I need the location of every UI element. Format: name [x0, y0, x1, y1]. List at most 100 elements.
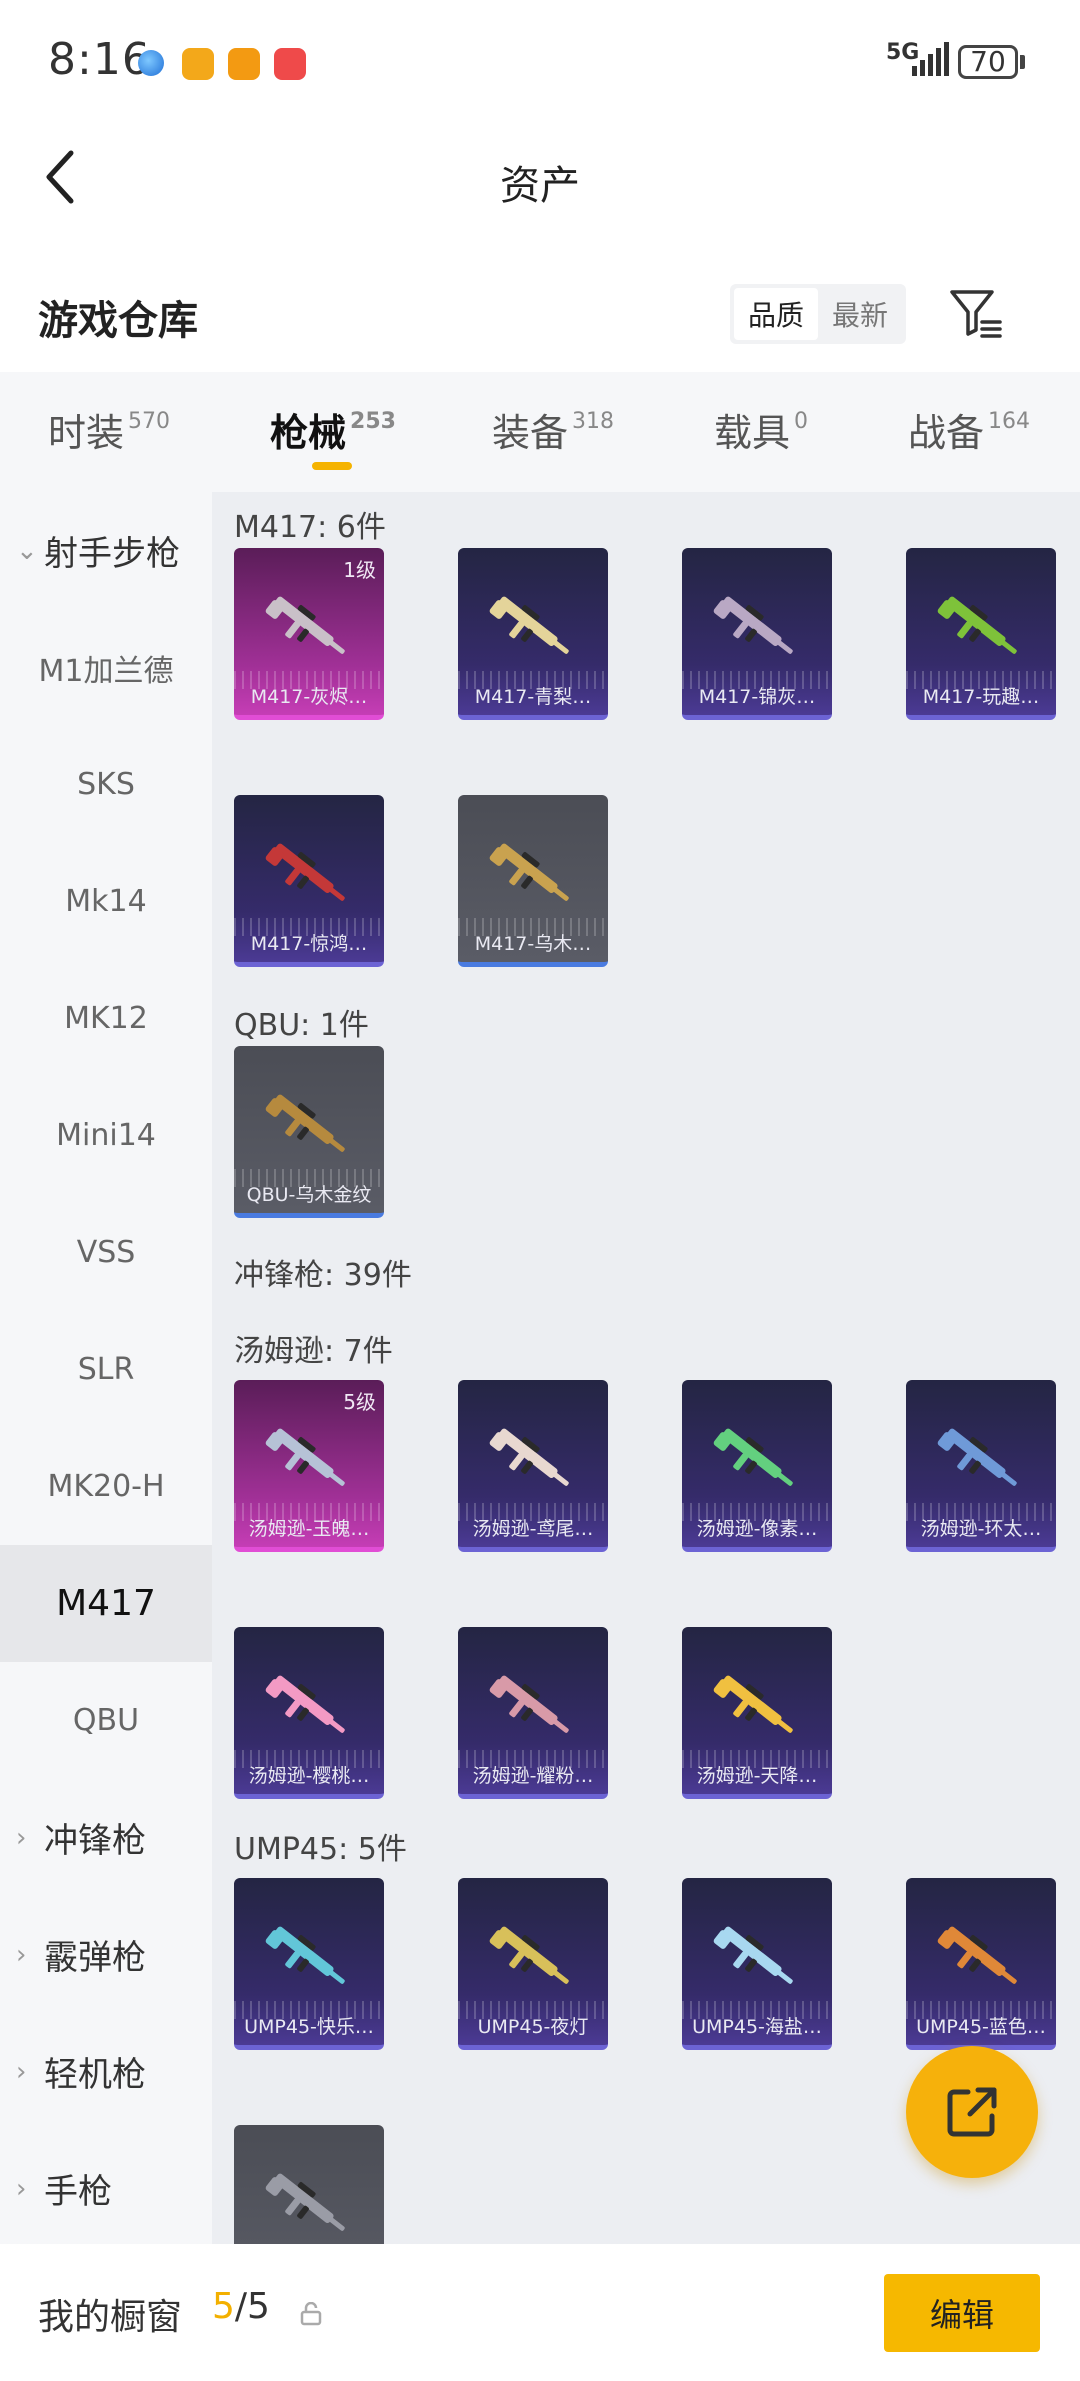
sidebar-item-m417[interactable]: M417 [0, 1545, 212, 1662]
card-name: 汤姆逊-耀粉… [472, 1765, 594, 1787]
weapon-card[interactable]: 汤姆逊-像素… [682, 1380, 832, 1552]
gun-icon [937, 1428, 1017, 1486]
section-label-smg: 冲锋枪: 39件 [234, 1258, 412, 1293]
card-name: UMP45-夜灯 [477, 2016, 589, 2038]
sidebar-item-label: M417 [56, 1583, 156, 1624]
tab-label: 装备 [492, 411, 569, 455]
card-name: 汤姆逊-鸢尾… [472, 1518, 594, 1540]
sidebar-group-smg[interactable]: › 冲锋枪 [0, 1779, 212, 1896]
weapon-card[interactable]: 汤姆逊-环太… [906, 1380, 1056, 1552]
tab-label: 时装 [48, 411, 125, 455]
tab-guns[interactable]: 枪械 253 [270, 402, 396, 457]
sidebar-group-shotgun[interactable]: › 霰弹枪 [0, 1896, 212, 2013]
sidebar-item-mk12[interactable]: MK12 [0, 960, 212, 1077]
weapon-card[interactable]: 汤姆逊-天降… [682, 1627, 832, 1799]
weapon-card[interactable]: 汤姆逊-耀粉… [458, 1627, 608, 1799]
sidebar-item-mk20h[interactable]: MK20-H [0, 1428, 212, 1545]
sort-newest-option[interactable]: 最新 [818, 288, 902, 340]
section-label-thompson: 汤姆逊: 7件 [234, 1334, 393, 1369]
weapon-grid: M417: 6件 QBU: 1件 冲锋枪: 39件 汤姆逊: 7件 UMP45:… [212, 492, 1080, 2244]
sidebar-item-mini14[interactable]: Mini14 [0, 1077, 212, 1194]
sidebar-group-pistol[interactable]: › 手枪 [0, 2130, 212, 2244]
card-name: UMP45-海盐… [692, 2016, 822, 2038]
sidebar-item-slr[interactable]: SLR [0, 1311, 212, 1428]
chevron-right-icon: › [16, 1822, 27, 1853]
header: 资产 [0, 125, 1080, 230]
gun-icon [265, 1428, 345, 1486]
weapon-card[interactable]: UMP45-快乐… [234, 1878, 384, 2050]
tab-fashion[interactable]: 时装 570 [48, 402, 170, 457]
tab-count: 0 [794, 409, 809, 434]
tab-combat-gear[interactable]: 战备 164 [908, 402, 1030, 457]
browser-app-icon [138, 50, 164, 76]
weapon-card[interactable]: 5级 汤姆逊-玉魄… [234, 1380, 384, 1552]
sidebar-item-label: Mk14 [65, 884, 147, 919]
weapon-card[interactable]: M417-惊鸿… [234, 795, 384, 967]
section-label-qbu: QBU: 1件 [234, 1008, 369, 1043]
gun-icon [937, 596, 1017, 654]
sidebar-item-vss[interactable]: VSS [0, 1194, 212, 1311]
card-name: M417-灰烬… [250, 686, 368, 708]
card-name: QBU-乌木金纹 [246, 1184, 372, 1206]
tab-vehicles[interactable]: 载具 0 [714, 402, 808, 457]
card-name: 汤姆逊-天降… [696, 1765, 818, 1787]
chevron-right-icon: › [16, 2056, 27, 2087]
weapon-card[interactable]: M417-玩趣… [906, 548, 1056, 720]
gun-icon [489, 843, 569, 901]
sidebar-item-label: 冲锋枪 [44, 1821, 146, 1861]
weapon-card[interactable]: M417-乌木… [458, 795, 608, 967]
sidebar-group-lmg[interactable]: › 轻机枪 [0, 2013, 212, 2130]
active-tab-indicator [312, 462, 352, 470]
weapon-card[interactable]: 汤姆逊-鸢尾… [458, 1380, 608, 1552]
tab-label: 战备 [908, 411, 985, 455]
edit-button[interactable]: 编辑 [884, 2274, 1040, 2352]
chevron-right-icon: › [16, 1939, 27, 1970]
weapon-card[interactable]: 汤姆逊-樱桃… [234, 1627, 384, 1799]
tab-equipment[interactable]: 装备 318 [492, 402, 614, 457]
notes-app-icon [182, 48, 214, 80]
gun-icon [489, 1926, 569, 1984]
sidebar-item-m1-garand[interactable]: M1加兰德 [0, 609, 212, 726]
weapon-card[interactable]: UMP45-海盐… [682, 1878, 832, 2050]
sidebar-item-label: 手枪 [44, 2172, 112, 2212]
sidebar-item-label: MK20-H [47, 1469, 165, 1504]
chevron-down-icon: ⌄ [16, 535, 38, 566]
showcase-count: 5/5 [212, 2286, 270, 2327]
sort-quality-option[interactable]: 品质 [734, 288, 818, 340]
sidebar-item-mk14[interactable]: Mk14 [0, 843, 212, 960]
battery-tip [1020, 55, 1025, 69]
gun-icon [937, 1926, 1017, 1984]
showcase-current: 5 [212, 2286, 235, 2327]
gun-icon [713, 1428, 793, 1486]
gun-icon [265, 843, 345, 901]
card-name: M417-玩趣… [922, 686, 1040, 708]
tab-count: 318 [572, 409, 615, 434]
sidebar-item-sks[interactable]: SKS [0, 726, 212, 843]
sidebar-item-qbu[interactable]: QBU [0, 1662, 212, 1779]
card-name: 汤姆逊-环太… [920, 1518, 1042, 1540]
status-bar: 8:16 5G 70 [0, 0, 1080, 125]
showcase-bar: 我的橱窗 5/5 编辑 [0, 2244, 1080, 2381]
gun-icon [265, 2173, 345, 2231]
weapon-card[interactable]: UMP45-蓝色… [906, 1878, 1056, 2050]
tab-label: 载具 [714, 411, 791, 455]
filter-icon[interactable] [948, 286, 1004, 342]
weapon-card[interactable]: UMP45-夜灯 [458, 1878, 608, 2050]
weapon-card[interactable]: M417-锦灰… [682, 548, 832, 720]
section-label-m417: M417: 6件 [234, 510, 386, 545]
weapon-card[interactable]: QBU-乌木金纹 [234, 1046, 384, 1218]
tab-count: 570 [128, 409, 171, 434]
share-button[interactable] [906, 2046, 1038, 2178]
sidebar-item-label: 轻机枪 [44, 2055, 146, 2095]
card-name: 汤姆逊-樱桃… [248, 1765, 370, 1787]
sidebar-item-label: VSS [76, 1235, 136, 1270]
card-name: 汤姆逊-玉魄… [248, 1518, 370, 1540]
gun-icon [713, 1675, 793, 1733]
chevron-right-icon: › [16, 2173, 27, 2204]
video-app-icon [228, 48, 260, 80]
weapon-card[interactable] [234, 2125, 384, 2244]
weapon-card[interactable]: 1级 M417-灰烬… [234, 548, 384, 720]
weapon-card[interactable]: M417-青梨… [458, 548, 608, 720]
gun-icon [489, 1428, 569, 1486]
sidebar-group-marksman-rifles[interactable]: ⌄ 射手步枪 [0, 492, 212, 609]
